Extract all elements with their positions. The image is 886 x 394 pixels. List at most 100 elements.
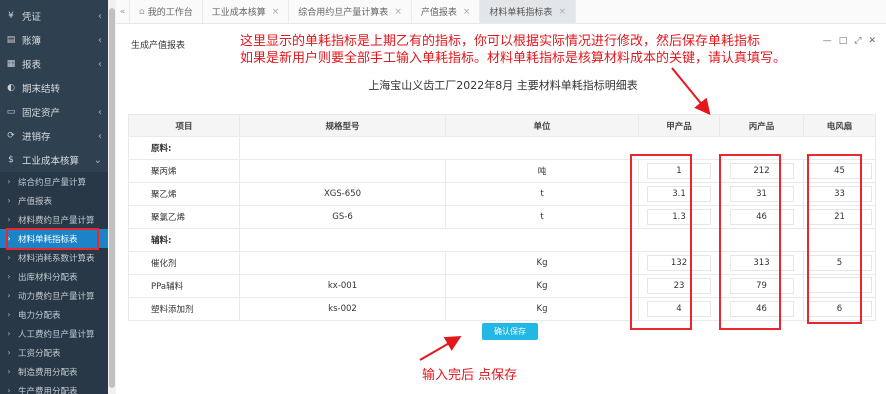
chevron-right-icon: ›	[7, 367, 11, 376]
sidebar-subitem[interactable]: › 产值报表	[0, 191, 108, 210]
fixed-asset-icon: ▭	[6, 107, 16, 117]
chevron-right-icon: ›	[7, 386, 11, 394]
restore-icon[interactable]: □	[839, 36, 848, 46]
sidebar-subitem[interactable]: › 制造费用分配表	[0, 362, 108, 381]
sidebar-item-voucher[interactable]: ¥ 凭证 ‹	[0, 4, 108, 28]
item-unit: Kg	[445, 297, 639, 321]
item-name: 催化剂	[128, 251, 240, 275]
item-unit: 吨	[445, 159, 639, 183]
sidebar-item-reports[interactable]: ▦ 报表 ‹	[0, 52, 108, 76]
highlight-box-fan	[807, 154, 862, 324]
section-label: 原料:	[128, 136, 240, 160]
sidebar-subitem[interactable]: › 综合约旦产量计算	[0, 172, 108, 191]
tab-output-report[interactable]: 产值报表 ×	[412, 0, 481, 23]
close-icon[interactable]: ×	[272, 7, 280, 17]
item-name: 塑料添加剂	[128, 297, 240, 321]
chevron-right-icon: ›	[7, 291, 11, 300]
chevron-down-icon: ⌄	[93, 154, 102, 166]
sidebar-subitem[interactable]: › 电力分配表	[0, 305, 108, 324]
sidebar-item-industrial-cost[interactable]: $ 工业成本核算 ⌄	[0, 148, 108, 172]
chevron-right-icon: ›	[7, 196, 11, 205]
column-header: 甲产品	[638, 114, 720, 137]
item-unit: Kg	[445, 251, 639, 275]
column-header: 单位	[445, 114, 639, 137]
section-label: 辅料:	[128, 228, 240, 252]
sidebar-scrollbar-thumb[interactable]	[109, 8, 115, 388]
item-unit: t	[445, 205, 639, 229]
maximize-icon[interactable]: ⤢	[854, 36, 861, 46]
column-header: 规格型号	[239, 114, 446, 137]
column-header: 项目	[128, 114, 240, 137]
item-name: 聚乙烯	[128, 182, 240, 206]
close-icon[interactable]: ×	[558, 7, 566, 17]
tab-material-consumption[interactable]: 材料单耗指标表 ×	[480, 0, 576, 23]
minimize-icon[interactable]: —	[823, 36, 832, 46]
annotation-top-line2: 如果是新用户则要全部手工输入单耗指标。材料单耗指标是核算材料成本的关键，请认真填…	[240, 51, 787, 66]
report-title: 上海宝山义齿工厂2022年8月 主要材料单耗指标明细表	[368, 79, 638, 92]
report-icon: ▦	[6, 59, 16, 69]
book-icon: ▤	[6, 35, 16, 45]
annotation-top-line1: 这里显示的单耗指标是上期乙有的指标，你可以根据实际情况进行修改，然后保存单耗指标	[240, 34, 761, 49]
sidebar-item-label: 工业成本核算	[22, 156, 80, 167]
close-icon[interactable]: ×	[394, 7, 402, 17]
tab-industrial-cost[interactable]: 工业成本核算 ×	[203, 0, 290, 23]
sidebar-item-label: 固定资产	[22, 108, 61, 119]
annotation-top: 这里显示的单耗指标是上期乙有的指标，你可以根据实际情况进行修改，然后保存单耗指标…	[240, 33, 786, 67]
period-close-icon: ◐	[7, 83, 15, 93]
sidebar-subitem[interactable]: › 工资分配表	[0, 343, 108, 362]
item-name: 聚丙烯	[128, 159, 240, 183]
home-icon: ⌂	[139, 6, 145, 17]
item-spec: XGS-650	[239, 182, 446, 206]
sidebar-subitem[interactable]: › 人工费约旦产量计算	[0, 324, 108, 343]
chevron-right-icon: ›	[7, 329, 11, 338]
sidebar-subitem[interactable]: › 生产费用分配表	[0, 381, 108, 394]
sidebar-item-inventory[interactable]: ⟳ 进销存 ‹	[0, 124, 108, 148]
yen-icon: ¥	[8, 11, 14, 21]
chevron-right-icon: ›	[7, 215, 11, 224]
chevron-right-icon: ›	[7, 253, 11, 262]
sidebar-subitem[interactable]: › 出库材料分配表	[0, 267, 108, 286]
chevron-right-icon: ›	[7, 177, 11, 186]
sidebar-highlight-box	[6, 228, 99, 250]
chevron-left-icon: ‹	[98, 130, 102, 142]
sidebar-item-label: 进销存	[22, 132, 51, 143]
chevron-left-icon: ‹	[98, 34, 102, 46]
tab-composite-output[interactable]: 综合用约旦产量计算表 ×	[289, 0, 412, 23]
chevron-left-icon: ‹	[98, 58, 102, 70]
confirm-save-button[interactable]: 确认保存	[482, 323, 538, 340]
column-header: 丙产品	[719, 114, 804, 137]
tab-workbench[interactable]: ⌂ 我的工作台	[130, 0, 203, 23]
item-unit: Kg	[445, 274, 639, 298]
tab-scroll-left-icon[interactable]: «	[116, 0, 130, 23]
panel-title: 生成产值报表	[131, 41, 186, 51]
chevron-left-icon: ‹	[98, 106, 102, 118]
highlight-box-product-a	[630, 154, 692, 330]
close-icon[interactable]: ×	[463, 7, 471, 17]
sidebar-item-label: 报表	[22, 60, 42, 71]
sidebar-item-label: 期末结转	[22, 84, 61, 95]
item-spec	[239, 251, 446, 275]
item-spec: GS-6	[239, 205, 446, 229]
tab-bar: « ⌂ 我的工作台 工业成本核算 × 综合用约旦产量计算表 × 产值报表 × 材料单耗指…	[116, 0, 886, 24]
sidebar-subitem[interactable]: › 材料费约旦产量计算	[0, 210, 108, 229]
annotation-bottom: 输入完后 点保存	[422, 368, 518, 383]
item-spec: kx-001	[239, 274, 446, 298]
sidebar-item-period-close[interactable]: ◐ 期末结转	[0, 76, 108, 100]
panel-tools: — □ ⤢ ✕	[823, 36, 876, 46]
close-icon[interactable]: ✕	[868, 36, 876, 46]
item-name: 聚氯乙烯	[128, 205, 240, 229]
item-unit: t	[445, 182, 639, 206]
sidebar-item-fixed-assets[interactable]: ▭ 固定资产 ‹	[0, 100, 108, 124]
sidebar-subitem[interactable]: › 材料消耗系数计算表	[0, 248, 108, 267]
chevron-right-icon: ›	[7, 310, 11, 319]
sidebar-subitem[interactable]: › 动力费约旦产量计算	[0, 286, 108, 305]
highlight-box-product-c	[719, 154, 781, 330]
chevron-right-icon: ›	[7, 348, 11, 357]
chevron-left-icon: ‹	[98, 10, 102, 22]
sidebar-item-label: 凭证	[22, 12, 42, 23]
dollar-icon: $	[8, 155, 14, 165]
item-name: PPa辅料	[128, 274, 240, 298]
column-header: 电风扇	[803, 114, 876, 137]
sidebar-item-ledger[interactable]: ▤ 账簿 ‹	[0, 28, 108, 52]
inventory-icon: ⟳	[7, 131, 15, 141]
